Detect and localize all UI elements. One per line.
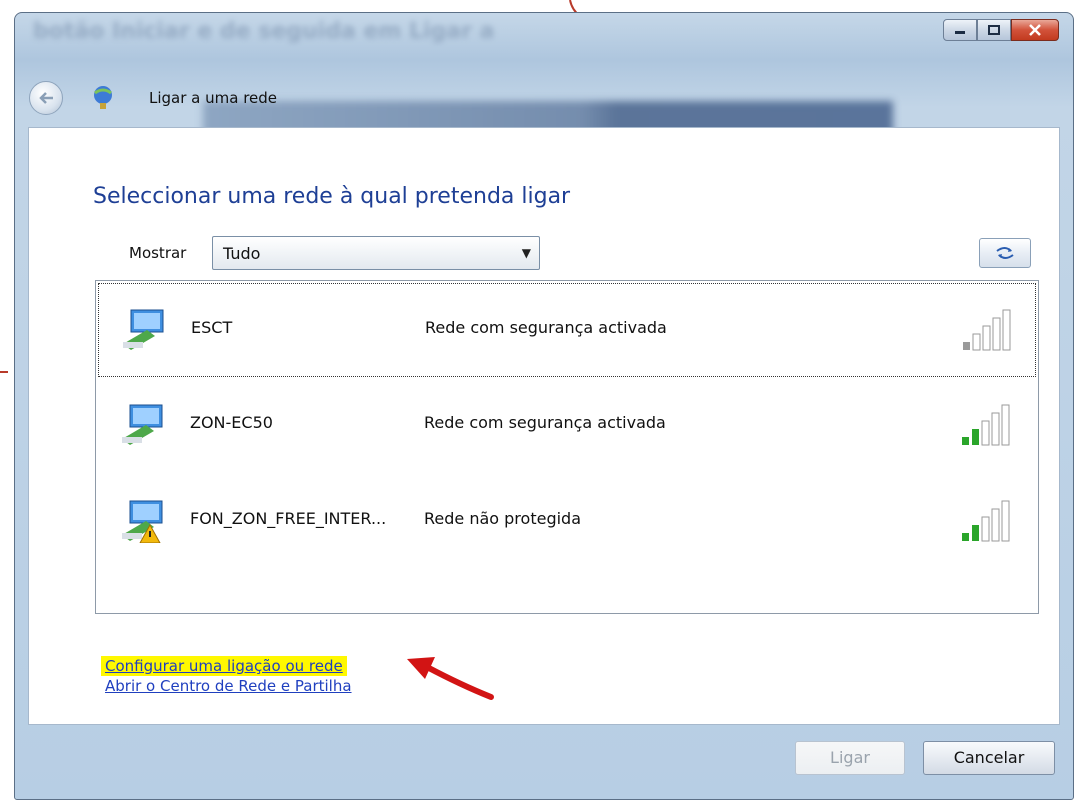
signal-strength-icon: [963, 309, 1011, 351]
network-name: ZON-EC50: [190, 413, 273, 432]
network-row[interactable]: ZON-EC50 Rede com segurança activada: [98, 379, 1036, 473]
window-controls: [943, 19, 1059, 41]
dialog-window: botão Iniciar e de seguida em Ligar a Li…: [14, 12, 1074, 800]
refresh-icon: [996, 247, 1014, 259]
links-area: Configurar uma ligação ou rede Abrir o C…: [101, 656, 352, 695]
cancel-button[interactable]: Cancelar: [923, 741, 1055, 775]
network-security: Rede não protegida: [424, 509, 581, 528]
network-security: Rede com segurança activada: [425, 318, 667, 337]
filter-select-value: Tudo: [223, 244, 261, 263]
setup-connection-link[interactable]: Configurar uma ligação ou rede: [101, 656, 347, 676]
secured-network-icon: [123, 309, 164, 350]
signal-strength-icon: [962, 500, 1010, 542]
connect-button[interactable]: Ligar: [795, 741, 905, 775]
close-button[interactable]: [1011, 19, 1059, 41]
back-button[interactable]: [29, 81, 63, 115]
minimize-button[interactable]: [943, 19, 977, 41]
back-arrow-icon: [39, 92, 53, 104]
filter-label: Mostrar: [129, 244, 187, 262]
chevron-down-icon: ▼: [521, 246, 531, 260]
nav-title: Ligar a uma rede: [149, 89, 278, 107]
network-row[interactable]: FON_ZON_FREE_INTER... Rede não protegida: [98, 475, 1036, 569]
annotation-arrow-icon: [407, 657, 494, 700]
network-connect-icon: [94, 86, 112, 109]
window-title: botão Iniciar e de seguida em Ligar a: [33, 19, 495, 44]
maximize-icon: [988, 25, 1000, 35]
refresh-button[interactable]: [979, 238, 1031, 268]
minimize-icon: [955, 31, 965, 34]
signal-strength-icon: [962, 404, 1010, 446]
content-panel: Seleccionar uma rede à qual pretenda lig…: [28, 127, 1060, 725]
page-title: Seleccionar uma rede à qual pretenda lig…: [93, 184, 571, 209]
close-icon: [1029, 24, 1041, 36]
network-list[interactable]: ESCT Rede com segurança activada ZON-EC5…: [95, 280, 1039, 614]
filter-select[interactable]: Tudo ▼: [212, 236, 540, 270]
unsecured-network-icon: [122, 500, 163, 543]
network-name: ESCT: [191, 318, 233, 337]
network-row[interactable]: ESCT Rede com segurança activada: [98, 283, 1036, 377]
network-center-link[interactable]: Abrir o Centro de Rede e Partilha: [105, 677, 352, 695]
network-name: FON_ZON_FREE_INTER...: [190, 509, 387, 528]
maximize-button[interactable]: [977, 19, 1011, 41]
network-security: Rede com segurança activada: [424, 413, 666, 432]
secured-network-icon: [122, 404, 163, 445]
